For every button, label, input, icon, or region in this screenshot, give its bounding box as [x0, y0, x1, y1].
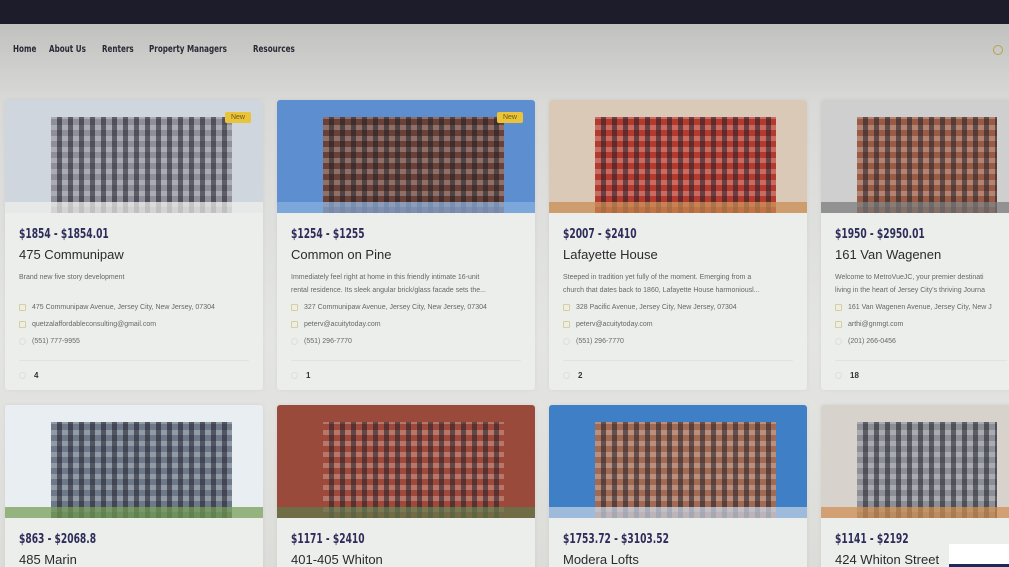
building-icon [291, 372, 298, 379]
overlay-panel [949, 544, 1009, 567]
listing-photo[interactable]: New [277, 100, 535, 213]
phone-row: (551) 296-7770 [291, 335, 521, 348]
phone-icon [291, 338, 298, 345]
units-row: 2 [563, 360, 793, 380]
email-row: quetzalaffordableconsulting@gmail.com [19, 318, 249, 331]
nav-resources[interactable]: Resources [253, 44, 295, 55]
listing-card[interactable]: New $1254 - $1255 Common on Pine Immediat… [277, 100, 535, 390]
location-icon [19, 304, 26, 311]
listing-name[interactable]: 161 Van Wagenen [835, 247, 1007, 262]
listing-name[interactable]: Common on Pine [291, 247, 521, 262]
phone-row: (551) 296-7770 [563, 335, 793, 348]
listing-card[interactable]: $2007 - $2410 Lafayette House Steeped in … [549, 100, 807, 390]
listing-photo[interactable] [5, 405, 263, 518]
email-icon [291, 321, 298, 328]
units-row: 4 [19, 360, 249, 380]
listing-photo[interactable] [549, 100, 807, 213]
account-icon[interactable] [993, 45, 1003, 55]
listing-description: Welcome to MetroVueJC, your premier dest… [835, 274, 985, 294]
listing-card[interactable]: New $1854 - $1854.01 475 Communipaw Brand… [5, 100, 263, 390]
email-row: peterv@acuitytoday.com [291, 318, 521, 331]
price-range: $863 - $2068.8 [19, 532, 97, 547]
new-badge: New [496, 112, 523, 123]
building-icon [835, 372, 842, 379]
phone-icon [19, 338, 26, 345]
units-row: 18 [835, 360, 1007, 380]
listing-card[interactable]: $863 - $2068.8 485 Marin [5, 405, 263, 567]
listing-name[interactable]: Lafayette House [563, 247, 793, 262]
price-range: $1254 - $1255 [291, 227, 365, 242]
price-range: $2007 - $2410 [563, 227, 637, 242]
email-row: peterv@acuitytoday.com [563, 318, 793, 331]
listing-card[interactable]: $1141 - $2192 424 Whiton Street [821, 405, 1009, 567]
phone-icon [563, 338, 570, 345]
email-icon [19, 321, 26, 328]
price-range: $1854 - $1854.01 [19, 227, 109, 242]
address-row: 328 Pacific Avenue, Jersey City, New Jer… [563, 301, 793, 314]
listing-description: Steeped in tradition yet fully of the mo… [563, 274, 760, 294]
listing-name[interactable]: 485 Marin [19, 552, 249, 567]
listing-card[interactable]: $1171 - $2410 401-405 Whiton [277, 405, 535, 567]
nav-about-us[interactable]: About Us [49, 44, 86, 55]
location-icon [835, 304, 842, 311]
price-range: $1950 - $2950.01 [835, 227, 925, 242]
main-nav: Home About Us Renters Property Managers … [13, 44, 300, 55]
listing-photo[interactable] [821, 100, 1009, 213]
listing-description: Immediately feel right at home in this f… [291, 274, 486, 294]
location-icon [291, 304, 298, 311]
email-row: arthi@gnmgt.com [835, 318, 1007, 331]
listing-photo[interactable] [821, 405, 1009, 518]
nav-renters[interactable]: Renters [102, 44, 134, 55]
phone-row: (551) 777-9955 [19, 335, 249, 348]
address-row: 475 Communipaw Avenue, Jersey City, New … [19, 301, 249, 314]
building-icon [19, 372, 26, 379]
listing-photo[interactable] [277, 405, 535, 518]
price-range: $1753.72 - $3103.52 [563, 532, 669, 547]
phone-icon [835, 338, 842, 345]
listing-name[interactable]: 401-405 Whiton [291, 552, 521, 567]
address-row: 327 Communipaw Avenue, Jersey City, New … [291, 301, 521, 314]
listing-name[interactable]: Modera Lofts [563, 552, 793, 567]
email-icon [835, 321, 842, 328]
listing-card[interactable]: $1753.72 - $3103.52 Modera Lofts [549, 405, 807, 567]
listing-name[interactable]: 475 Communipaw [19, 247, 249, 262]
nav-property-managers[interactable]: Property Managers [149, 44, 227, 55]
units-row: 1 [291, 360, 521, 380]
address-row: 161 Van Wagenen Avenue, Jersey City, New… [835, 301, 1007, 314]
listing-description: Brand new five story development [19, 274, 125, 281]
building-icon [563, 372, 570, 379]
nav-home[interactable]: Home [13, 44, 36, 55]
listing-photo[interactable]: New [5, 100, 263, 213]
price-range: $1171 - $2410 [291, 532, 365, 547]
listing-card[interactable]: $1950 - $2950.01 161 Van Wagenen Welcome … [821, 100, 1009, 390]
top-bar [0, 0, 1009, 24]
listing-photo[interactable] [549, 405, 807, 518]
email-icon [563, 321, 570, 328]
location-icon [563, 304, 570, 311]
phone-row: (201) 266-0456 [835, 335, 1007, 348]
new-badge: New [224, 112, 251, 123]
